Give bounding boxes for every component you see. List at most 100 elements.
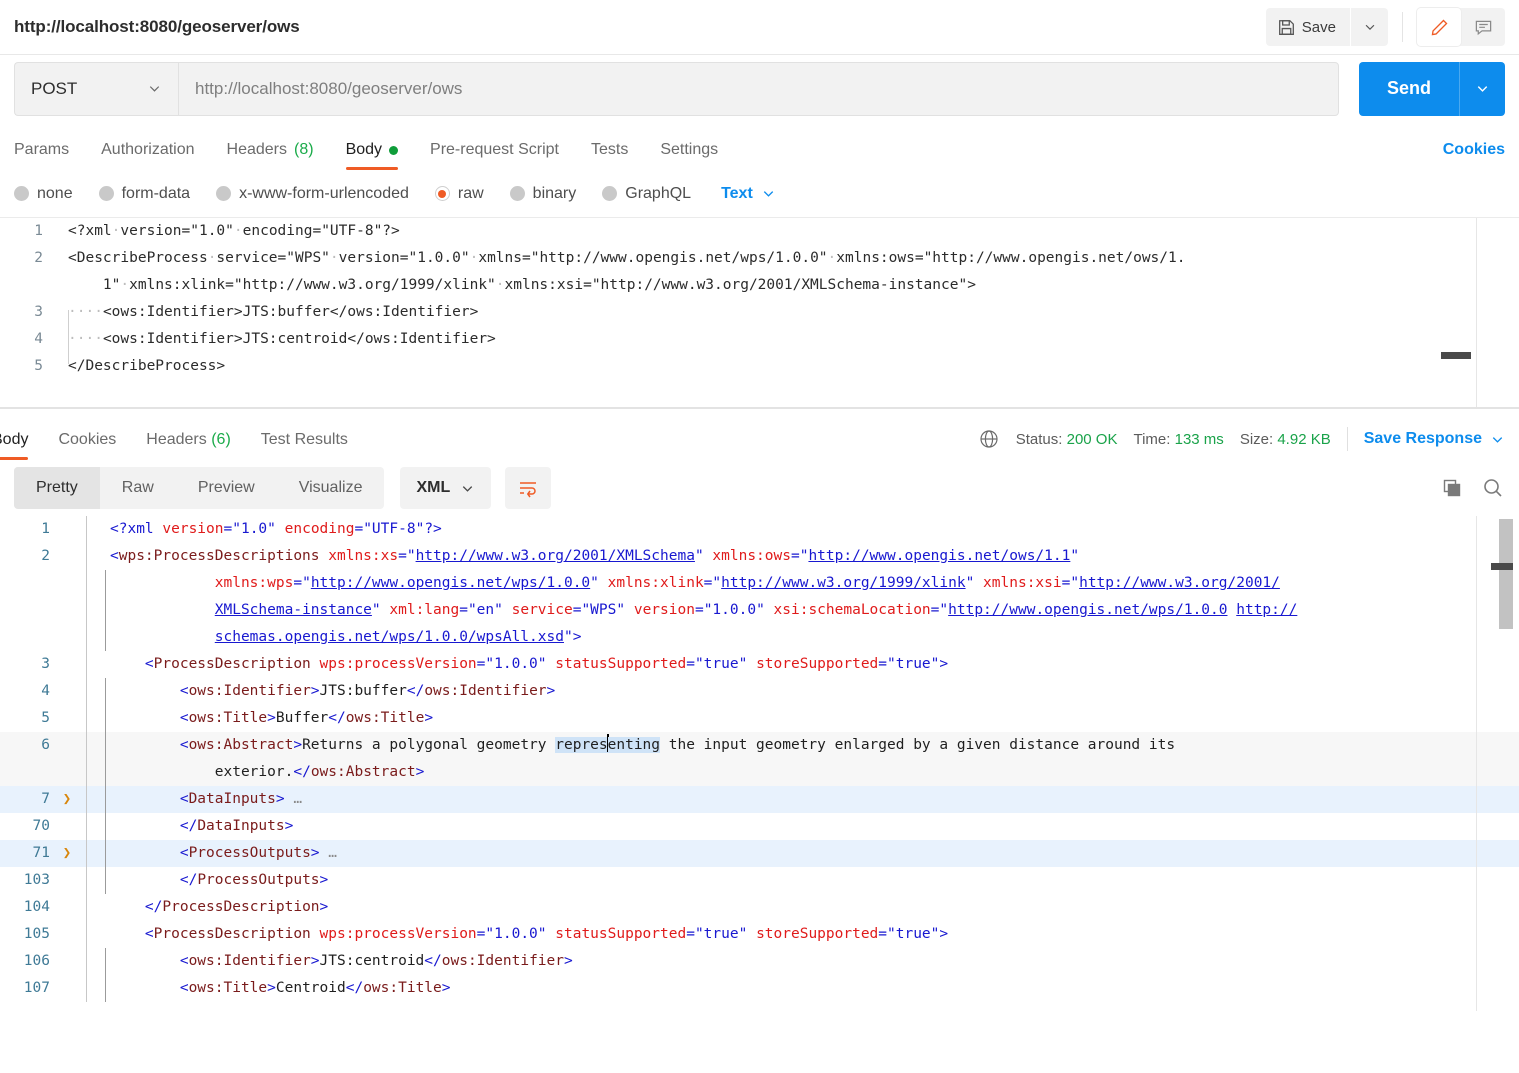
save-response-label: Save Response [1364, 430, 1482, 448]
tab-authorization[interactable]: Authorization [101, 141, 194, 170]
code-token: ows:Abstract [311, 764, 416, 780]
response-body-editor[interactable]: 1<?xml version="1.0" encoding="UTF-8"?>2… [0, 516, 1519, 1011]
tab-headers[interactable]: Headers (8) [227, 141, 314, 170]
line-number: 106 [0, 948, 56, 975]
code-token: ows:Identifier [442, 953, 564, 969]
url-link[interactable]: http:// [1236, 602, 1297, 618]
response-editor-hscrollbar[interactable] [1491, 563, 1513, 570]
url-link[interactable]: http://www.opengis.net/wps/1.0.0 [948, 602, 1227, 618]
tab-params[interactable]: Params [14, 141, 69, 170]
request-code-line: 5</DescribeProcess> [0, 353, 1519, 380]
line-number [0, 570, 56, 597]
view-mode-pretty[interactable]: Pretty [14, 467, 100, 509]
code-token: … [285, 791, 302, 807]
line-number: 105 [0, 921, 56, 948]
code-token: ows:Title [189, 980, 268, 996]
view-mode-raw[interactable]: Raw [100, 467, 176, 509]
response-code-line: 3 <ProcessDescription wps:processVersion… [0, 651, 1519, 678]
code-token [747, 656, 756, 672]
code-token: < [145, 926, 154, 942]
body-type-x-www-form-urlencoded[interactable]: x-www-form-urlencoded [216, 185, 409, 203]
save-options-button[interactable] [1350, 8, 1388, 46]
response-tab-body[interactable]: Body [0, 431, 28, 460]
url-link[interactable]: http://www.opengis.net/ows/1.1 [808, 548, 1070, 564]
body-type-form-data[interactable]: form-data [99, 185, 190, 203]
code-token: repres [555, 737, 607, 753]
url-link[interactable]: http://www.w3.org/1999/xlink [721, 575, 965, 591]
code-token: xmlns:wps [215, 575, 294, 591]
url-input[interactable] [178, 62, 1339, 116]
code-token: ows:Identifier [424, 683, 546, 699]
tab-settings[interactable]: Settings [660, 141, 718, 170]
save-button[interactable]: Save [1266, 8, 1350, 46]
response-tab-test-results[interactable]: Test Results [261, 431, 348, 460]
response-code-text: </DataInputs> [110, 813, 1519, 840]
response-tab-cookies[interactable]: Cookies [58, 431, 116, 460]
code-token: " [695, 548, 712, 564]
word-wrap-button[interactable] [505, 467, 551, 509]
save-response-button[interactable]: Save Response [1364, 430, 1505, 448]
view-mode-preview[interactable]: Preview [176, 467, 277, 509]
code-token: " [1070, 548, 1079, 564]
request-editor-hscrollbar[interactable] [1441, 352, 1471, 359]
code-token: "true" [695, 656, 747, 672]
send-options-button[interactable] [1459, 62, 1505, 116]
code-token: exterior. [215, 764, 294, 780]
fold-spacer [56, 867, 78, 894]
response-code-line: 7❯ <DataInputs> … [0, 786, 1519, 813]
headers-count: (8) [294, 141, 314, 159]
code-token: xml:lang [389, 602, 459, 618]
url-link[interactable]: http://www.w3.org/2001/ [1079, 575, 1280, 591]
radio-icon [510, 186, 525, 201]
url-link[interactable]: http://www.opengis.net/wps/1.0.0 [311, 575, 590, 591]
response-code-text: <ows:Identifier>JTS:centroid</ows:Identi… [110, 948, 1519, 975]
chevron-down-icon [1475, 81, 1490, 96]
code-token: = [459, 602, 468, 618]
tab-body[interactable]: Body [346, 141, 398, 170]
request-body-editor[interactable]: 1<?xml·version="1.0"·encoding="UTF-8"?>2… [0, 218, 1519, 408]
url-link[interactable]: XMLSchema-instance [215, 602, 372, 618]
body-type-graphql[interactable]: GraphQL [602, 185, 691, 203]
code-token: > [311, 683, 320, 699]
request-title: http://localhost:8080/geoserver/ows [0, 17, 300, 37]
status-label: Status: [1016, 431, 1063, 448]
code-token: ?> [424, 521, 441, 537]
response-editor-vscrollbar[interactable] [1499, 519, 1513, 629]
method-select[interactable]: POST [14, 62, 178, 116]
response-tab-bar: Body Cookies Headers (6) Test Results St… [0, 408, 1519, 460]
radio-icon [14, 186, 29, 201]
code-token: > [293, 737, 302, 753]
cookies-link[interactable]: Cookies [1443, 141, 1505, 170]
code-token: > [442, 980, 451, 996]
copy-icon[interactable] [1441, 477, 1463, 499]
url-link[interactable]: schemas.opengis.net/wps/1.0.0/wpsAll.xsd [215, 629, 564, 645]
pencil-icon [1430, 18, 1449, 37]
view-mode-visualize[interactable]: Visualize [277, 467, 385, 509]
code-token: > [416, 764, 425, 780]
comment-button[interactable] [1461, 8, 1505, 46]
tab-pre-request-script[interactable]: Pre-request Script [430, 141, 559, 170]
body-type-none[interactable]: none [14, 185, 73, 203]
body-language-select[interactable]: Text [721, 185, 776, 203]
url-link[interactable]: http://www.w3.org/2001/XMLSchema [416, 548, 695, 564]
line-number: 1 [0, 516, 56, 543]
fold-toggle-chevron-right-icon[interactable]: ❯ [56, 786, 78, 813]
code-token: xmlns:xlink [608, 575, 704, 591]
request-code-text: ····<ows:Identifier>JTS:buffer</ows:Iden… [56, 299, 1519, 326]
edit-button[interactable] [1417, 8, 1461, 46]
code-token [625, 602, 634, 618]
code-token [311, 656, 320, 672]
send-button[interactable]: Send [1359, 62, 1459, 116]
search-icon[interactable] [1481, 476, 1505, 500]
time-field: Time: 133 ms [1133, 431, 1223, 448]
fold-toggle-chevron-right-icon[interactable]: ❯ [56, 840, 78, 867]
body-type-binary[interactable]: binary [510, 185, 577, 203]
header-actions: Save [1266, 0, 1519, 54]
code-token: "en" [468, 602, 503, 618]
response-tab-headers[interactable]: Headers (6) [146, 431, 231, 460]
body-type-raw[interactable]: raw [435, 185, 484, 203]
line-number: 2 [0, 543, 56, 570]
fold-spacer [56, 651, 78, 678]
tab-tests[interactable]: Tests [591, 141, 628, 170]
response-format-select[interactable]: XML [400, 467, 491, 509]
